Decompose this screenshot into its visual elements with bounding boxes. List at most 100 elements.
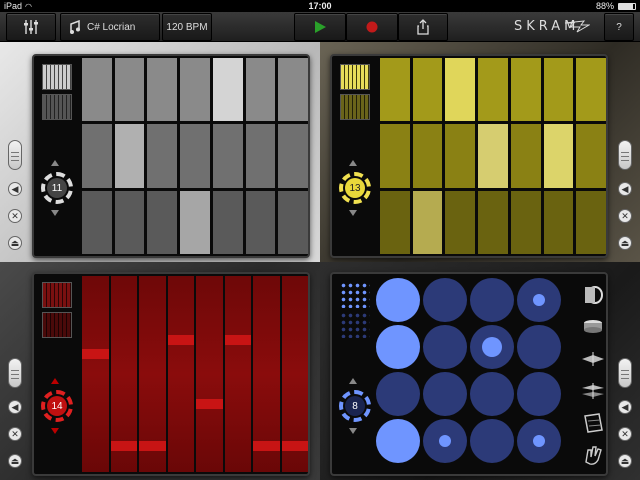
step-note[interactable] — [224, 334, 251, 345]
close-icon[interactable]: ✕ — [618, 427, 632, 441]
step-column[interactable] — [167, 276, 194, 472]
drum-pad[interactable] — [423, 325, 467, 369]
knob-down-arrow-icon[interactable] — [349, 428, 357, 434]
tempo-button[interactable]: 120 BPM — [162, 13, 212, 41]
step-note[interactable] — [167, 334, 194, 345]
grid-cell[interactable] — [445, 124, 476, 188]
grid-cell[interactable] — [543, 58, 574, 122]
grid-cell[interactable] — [510, 124, 541, 188]
drum-pad[interactable] — [423, 372, 467, 416]
help-button[interactable]: ? — [604, 13, 634, 41]
drum-pad[interactable] — [470, 419, 514, 463]
step-note[interactable] — [139, 440, 166, 451]
grid-cell[interactable] — [478, 58, 508, 122]
grid-cell[interactable] — [147, 58, 178, 122]
eject-icon[interactable]: ⏏ — [618, 236, 632, 250]
record-button[interactable] — [346, 13, 398, 41]
snare-drum-icon[interactable] — [580, 314, 606, 340]
grid-cell[interactable] — [510, 190, 541, 254]
grid-cell[interactable] — [114, 58, 145, 122]
grid-cell[interactable] — [245, 58, 276, 122]
grey-octave-knob[interactable]: 11 — [41, 172, 73, 204]
speaker-icon[interactable]: ◀ — [8, 182, 22, 196]
grid-cell[interactable] — [412, 58, 443, 122]
red-octave-knob[interactable]: 14 — [41, 390, 73, 422]
drum-pad[interactable] — [517, 278, 561, 322]
grid-cell[interactable] — [380, 190, 410, 254]
drum-pad[interactable] — [376, 372, 420, 416]
hihat-open-icon[interactable] — [580, 378, 606, 404]
knob-up-arrow-icon[interactable] — [51, 378, 59, 384]
eject-icon[interactable]: ⏏ — [618, 454, 632, 468]
grid-cell[interactable] — [147, 190, 178, 254]
grey-pattern-thumbnail-2[interactable] — [42, 94, 72, 120]
grid-cell[interactable] — [212, 58, 243, 122]
yellow-scroll-handle[interactable] — [618, 140, 632, 170]
grid-cell[interactable] — [543, 124, 574, 188]
close-icon[interactable]: ✕ — [8, 209, 22, 223]
step-column[interactable] — [196, 276, 223, 472]
grid-cell[interactable] — [478, 190, 508, 254]
knob-up-arrow-icon[interactable] — [51, 160, 59, 166]
grey-pattern-thumbnail[interactable] — [42, 64, 72, 90]
drum-pattern-thumbnail-2[interactable] — [340, 312, 370, 338]
grid-cell[interactable] — [212, 190, 243, 254]
grid-cell[interactable] — [576, 190, 606, 254]
grid-cell[interactable] — [445, 190, 476, 254]
grid-cell[interactable] — [114, 190, 145, 254]
drum-pad[interactable] — [470, 372, 514, 416]
share-button[interactable] — [398, 13, 448, 41]
yellow-pattern-thumbnail-2[interactable] — [340, 94, 370, 120]
knob-down-arrow-icon[interactable] — [349, 210, 357, 216]
grid-cell[interactable] — [114, 124, 145, 188]
close-icon[interactable]: ✕ — [8, 427, 22, 441]
knob-up-arrow-icon[interactable] — [349, 378, 357, 384]
hihat-closed-icon[interactable] — [580, 346, 606, 372]
grid-cell[interactable] — [82, 58, 112, 122]
knob-down-arrow-icon[interactable] — [51, 210, 59, 216]
grid-cell[interactable] — [245, 190, 276, 254]
mixer-button[interactable] — [6, 13, 56, 41]
yellow-pattern-thumbnail[interactable] — [340, 64, 370, 90]
knob-down-arrow-icon[interactable] — [51, 428, 59, 434]
speaker-icon[interactable]: ◀ — [618, 182, 632, 196]
grid-cell[interactable] — [445, 58, 476, 122]
step-column[interactable] — [224, 276, 251, 472]
drum-pad[interactable] — [376, 419, 420, 463]
grid-cell[interactable] — [180, 190, 210, 254]
grid-cell[interactable] — [412, 124, 443, 188]
grid-cell[interactable] — [147, 124, 178, 188]
drum-scroll-handle[interactable] — [618, 358, 632, 388]
scale-button[interactable]: C# Locrian — [60, 13, 160, 41]
drum-pad[interactable] — [517, 325, 561, 369]
drum-pad[interactable] — [423, 278, 467, 322]
grid-cell[interactable] — [576, 58, 606, 122]
grid-cell[interactable] — [82, 190, 112, 254]
clap-icon[interactable] — [580, 442, 606, 468]
step-column[interactable] — [281, 276, 308, 472]
drum-pattern-thumbnail[interactable] — [340, 282, 370, 308]
step-note[interactable] — [82, 348, 109, 359]
grid-cell[interactable] — [380, 124, 410, 188]
red-pattern-thumbnail[interactable] — [42, 282, 72, 308]
speaker-icon[interactable]: ◀ — [8, 400, 22, 414]
grey-scroll-handle[interactable] — [8, 140, 22, 170]
drum-pad[interactable] — [517, 419, 561, 463]
grid-cell[interactable] — [278, 58, 308, 122]
play-button[interactable] — [294, 13, 346, 41]
grid-cell[interactable] — [180, 124, 210, 188]
red-scroll-handle[interactable] — [8, 358, 22, 388]
drum-kit-knob[interactable]: 8 — [339, 390, 371, 422]
drum-pad[interactable] — [423, 419, 467, 463]
drum-pad[interactable] — [470, 278, 514, 322]
kick-drum-icon[interactable] — [580, 282, 606, 308]
grid-cell[interactable] — [245, 124, 276, 188]
grid-cell[interactable] — [543, 190, 574, 254]
drum-pad[interactable] — [470, 325, 514, 369]
grid-cell[interactable] — [82, 124, 112, 188]
step-note[interactable] — [281, 440, 308, 451]
yellow-octave-knob[interactable]: 13 — [339, 172, 371, 204]
grid-cell[interactable] — [510, 58, 541, 122]
step-column[interactable] — [139, 276, 166, 472]
drum-pad[interactable] — [376, 278, 420, 322]
